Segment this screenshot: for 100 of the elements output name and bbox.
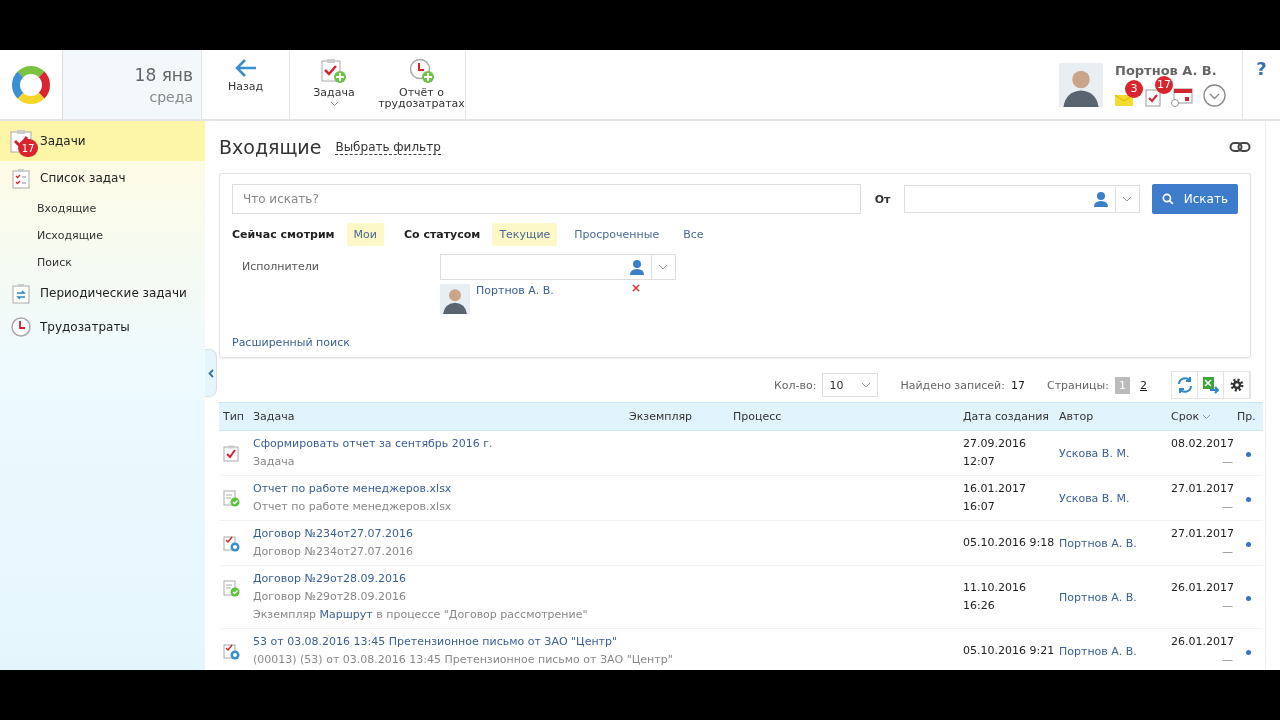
advanced-search-link[interactable]: Расширенный поиск	[232, 336, 1238, 349]
chevron-left-icon	[207, 368, 214, 378]
date: 18 янв	[134, 64, 193, 85]
sidebar-subitem[interactable]: Исходящие	[0, 222, 205, 249]
add-task-icon	[321, 58, 347, 84]
task-link[interactable]: 53 от 03.08.2016 13:45 Претензионное письмо от ЗАО "Центр"	[253, 633, 955, 651]
column-header[interactable]: Экземпляр	[439, 402, 729, 431]
instance-name: Отчет по работе менеджеров.xlsx	[253, 499, 453, 515]
clock-icon	[11, 317, 31, 337]
due-date: 27.01.2017	[1171, 481, 1233, 497]
created-date: 16:07	[963, 499, 996, 515]
instance-name: (00013) (53) от 03.08.2016 13:45 Претензионное письмо от ЗАО "Центр"	[253, 652, 674, 668]
user-picker[interactable]	[440, 254, 676, 280]
caret-icon	[329, 101, 339, 107]
due-sub: —	[1221, 652, 1233, 668]
link-icon[interactable]	[1229, 141, 1251, 153]
refresh-icon	[1175, 376, 1194, 394]
search-button[interactable]: Искать	[1152, 184, 1238, 214]
caret-icon	[1122, 196, 1132, 202]
filter-chip[interactable]: Мои	[346, 222, 384, 246]
count-badge: 17	[1155, 75, 1173, 94]
sidebar-subitem[interactable]: Входящие	[0, 195, 205, 222]
due-sub: —	[1221, 544, 1233, 560]
column-header[interactable]: Срок	[1167, 402, 1233, 431]
page-title: Входящие	[219, 136, 322, 158]
toolbar-button[interactable]: Отчёт о трудозатратах	[378, 50, 466, 119]
page-button[interactable]: 2	[1136, 376, 1151, 394]
filter-link[interactable]: Выбрать фильтр	[335, 139, 441, 155]
person-icon	[629, 259, 645, 275]
count-select[interactable]: 10	[822, 373, 879, 397]
sidebar-item[interactable]: Список задач	[0, 161, 205, 195]
author-link[interactable]: Портнов А. В.	[1059, 644, 1137, 658]
due-date: 26.01.2017	[1171, 634, 1233, 650]
created-date: 16:26	[963, 598, 996, 614]
process-note: Экземпляр Маршрут в процессе "Договор рассмотрение"	[253, 607, 589, 623]
collapse-tab[interactable]	[205, 349, 217, 397]
user-name[interactable]: Портнов А. В.	[1115, 62, 1226, 78]
task-link[interactable]: Сформировать отчет за сентябрь 2016 г.	[253, 435, 955, 453]
search-field[interactable]: Что искать?	[232, 184, 861, 214]
filter-chip[interactable]: Текущие	[492, 222, 558, 246]
document-eye-icon	[223, 643, 240, 660]
author-link[interactable]: Ускова В. М.	[1059, 446, 1130, 460]
sidebar-subitem[interactable]: Поиск	[0, 249, 205, 276]
column-header[interactable]: Пр.	[1233, 402, 1263, 431]
person-icon	[1093, 191, 1109, 207]
column-header[interactable]: Тип	[219, 402, 249, 431]
instance-name: Задача	[253, 454, 296, 470]
column-header[interactable]: Процесс	[729, 402, 959, 431]
person-link[interactable]: Портнов А. В.	[476, 284, 626, 297]
pages-label: Страницы:	[1046, 378, 1109, 392]
created-date: 11.10.2016	[963, 580, 1027, 596]
author-link[interactable]: Ускова В. М.	[1059, 491, 1130, 505]
chevron-down-icon[interactable]	[1203, 83, 1226, 107]
sidebar-item[interactable]: Периодические задачи	[0, 276, 205, 310]
due-date: 26.01.2017	[1171, 580, 1233, 596]
created-date: 27.09.2016	[963, 436, 1027, 452]
route-link[interactable]: Маршрут	[319, 608, 373, 621]
count-label: Кол-во:	[773, 378, 817, 392]
repeat-clipboard-icon	[12, 282, 30, 304]
checked-clipboard-icon[interactable]	[1145, 87, 1161, 107]
column-header[interactable]: Автор	[1055, 402, 1167, 431]
filter-chip[interactable]: Просроченные	[567, 222, 667, 246]
settings-icon	[1228, 377, 1245, 393]
due-sub: —	[1221, 499, 1233, 515]
logo-icon[interactable]	[10, 63, 52, 106]
toolbar-button[interactable]: Задача	[290, 50, 378, 119]
priority-dot	[1245, 541, 1251, 547]
priority-dot	[1245, 496, 1251, 502]
created-date: 16.01.2017	[963, 481, 1027, 497]
task-link[interactable]: Договор №29от28.09.2016	[253, 570, 955, 588]
instance-name: Договор №29от28.09.2016	[253, 589, 408, 605]
filter-chip[interactable]: Все	[676, 222, 711, 246]
author-link[interactable]: Портнов А. В.	[1059, 590, 1137, 604]
instance-name: Договор №234от27.07.2016	[253, 544, 415, 560]
column-header[interactable]: Задача	[249, 402, 439, 431]
toolbar-button[interactable]: Назад	[202, 50, 290, 119]
sidebar-item[interactable]: Трудозатраты	[0, 310, 205, 344]
count-badge: 17	[18, 139, 38, 157]
count-badge: 3	[1125, 79, 1143, 98]
document-check-icon	[223, 490, 240, 507]
spreadsheet-arrow-icon	[1201, 376, 1220, 394]
document-check-icon	[223, 580, 240, 597]
due-date: 08.02.2017	[1171, 436, 1233, 452]
filter-label: Сейчас смотрим	[232, 227, 335, 241]
avatar	[440, 284, 470, 314]
weekday: среда	[149, 88, 193, 105]
task-link[interactable]: Договор №234от27.07.2016	[253, 525, 955, 543]
task-link[interactable]: Отчет по работе менеджеров.xlsx	[253, 480, 955, 498]
field-label: От	[874, 192, 891, 206]
checked-clipboard-icon	[223, 445, 239, 462]
back-arrow-icon	[233, 58, 258, 78]
column-header[interactable]: Дата создания	[959, 402, 1055, 431]
calendar-icon[interactable]	[1171, 87, 1193, 107]
sidebar-item[interactable]: 17 Задачи	[0, 121, 205, 161]
remove-icon[interactable]	[632, 284, 640, 292]
author-link[interactable]: Портнов А. В.	[1059, 536, 1137, 550]
document-eye-icon	[223, 535, 240, 552]
add-time-icon	[408, 58, 435, 84]
priority-dot	[1245, 451, 1251, 457]
due-date: 27.01.2017	[1171, 526, 1233, 542]
